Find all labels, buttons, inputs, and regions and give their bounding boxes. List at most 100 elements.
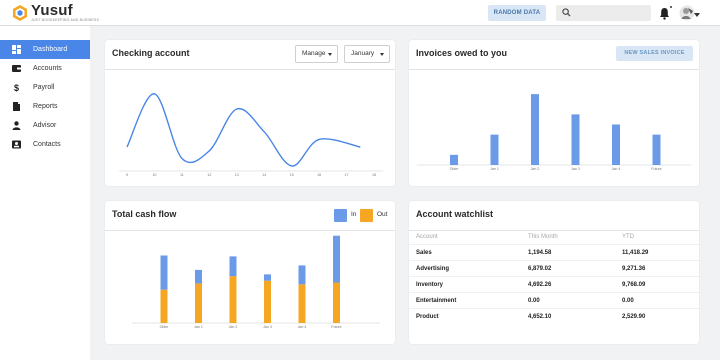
- table-row-divider: [409, 244, 699, 245]
- sidebar-item-advisor[interactable]: Advisor: [0, 116, 90, 135]
- legend-out-label: Out: [377, 211, 388, 218]
- watchlist-this-month: 4,692.26: [528, 282, 552, 288]
- cash-in-bar: [264, 274, 271, 281]
- sidebar-item-label: Advisor: [33, 122, 57, 129]
- watchlist-header-account: Account: [416, 234, 438, 240]
- watchlist-account: Sales: [416, 250, 432, 256]
- top-bar: Yusuf JUST BOOKKEEPING AND BUSINESS RAND…: [0, 0, 720, 26]
- x-tick-label: 14: [262, 173, 266, 177]
- search-input[interactable]: [574, 7, 646, 19]
- x-tick-label: Jan 3: [263, 325, 272, 329]
- account-watchlist-title: Account watchlist: [416, 209, 494, 219]
- brand-logo[interactable]: Yusuf JUST BOOKKEEPING AND BUSINESS: [11, 2, 99, 23]
- checking-account-title: Checking account: [112, 48, 190, 58]
- table-row-divider: [409, 276, 699, 277]
- x-tick-label: Older: [160, 325, 170, 329]
- x-tick-label: 13: [235, 173, 239, 177]
- watchlist-this-month: 0.00: [528, 298, 540, 304]
- legend-in-label: In: [351, 211, 357, 218]
- x-tick-label: Future: [331, 325, 341, 329]
- cash-in-bar: [195, 269, 202, 284]
- x-tick-label: 9: [126, 173, 128, 177]
- invoice-bar: [531, 94, 539, 165]
- month-dropdown[interactable]: January: [344, 45, 390, 63]
- watchlist-this-month: 6,879.02: [528, 266, 552, 272]
- svg-text:$: $: [14, 83, 19, 92]
- watchlist-ytd: 9,271.36: [622, 266, 646, 272]
- chevron-down-icon: [380, 53, 384, 56]
- x-tick-label: Jan 1: [490, 167, 499, 171]
- x-tick-label: 11: [180, 173, 184, 177]
- invoice-bar: [612, 124, 620, 165]
- legend-out-swatch[interactable]: [360, 209, 373, 222]
- x-tick-label: 10: [152, 173, 156, 177]
- cash-in-bar: [333, 235, 340, 283]
- watchlist-header-this-month: This Month: [528, 234, 558, 240]
- sidebar-item-accounts[interactable]: Accounts: [0, 59, 90, 78]
- invoices-card: Invoices owed to you NEW SALES INVOICE O…: [409, 40, 699, 186]
- sidebar-item-reports[interactable]: Reports: [0, 97, 90, 116]
- x-tick-label: Jan 2: [229, 325, 238, 329]
- invoice-bar: [450, 154, 458, 165]
- logo-mark-icon: [13, 5, 27, 21]
- random-data-button[interactable]: RANDOM DATA: [488, 5, 546, 21]
- watchlist-account: Product: [416, 314, 439, 320]
- avatar[interactable]: [679, 5, 695, 21]
- x-tick-label: 12: [207, 173, 211, 177]
- sidebar-item-dashboard[interactable]: Dashboard: [0, 40, 90, 59]
- contact-card-icon: [12, 140, 21, 149]
- sidebar-item-contacts[interactable]: Contacts: [0, 135, 90, 154]
- cash-out-bar: [264, 280, 271, 323]
- sidebar-item-label: Dashboard: [33, 46, 68, 53]
- table-row-divider: [409, 260, 699, 261]
- checking-line-chart: 9 10 11 12 13 14 15 16 17 18: [119, 93, 383, 177]
- x-tick-label: Future: [651, 167, 661, 171]
- checking-account-card: Checking account Manage January 9 10 11 12 1…: [105, 40, 395, 186]
- brand-tagline: JUST BOOKKEEPING AND BUSINESS: [31, 18, 99, 22]
- x-tick-label: 16: [317, 173, 321, 177]
- dashboard-icon: [12, 45, 21, 54]
- cash-flow-card: Total cash flow In Out Older Jan 1 Jan 2 Ja…: [105, 201, 395, 344]
- document-icon: [13, 102, 20, 111]
- table-row-divider: [409, 292, 699, 293]
- manage-dropdown[interactable]: Manage: [295, 45, 338, 63]
- sidebar-item-label: Accounts: [33, 65, 62, 72]
- chevron-down-icon: [328, 53, 332, 56]
- watchlist-account: Inventory: [416, 282, 444, 288]
- notification-dot-icon: [670, 6, 672, 8]
- x-tick-label: Jan 1: [194, 325, 203, 329]
- watchlist-this-month: 4,652.10: [528, 314, 552, 320]
- cash-flow-title: Total cash flow: [112, 209, 177, 219]
- watchlist-header-ytd: YTD: [622, 234, 634, 240]
- checking-balance-line: [126, 93, 361, 167]
- invoice-bar: [652, 134, 661, 165]
- search-box[interactable]: [556, 5, 651, 21]
- brand-name: Yusuf: [31, 2, 73, 19]
- sidebar: Dashboard Accounts $ Payroll Reports Adv…: [0, 26, 90, 360]
- invoices-title: Invoices owed to you: [416, 48, 508, 58]
- watchlist-ytd: 9,768.09: [622, 282, 646, 288]
- cash-in-bar: [229, 256, 237, 277]
- person-icon: [12, 121, 21, 130]
- watchlist-ytd: 11,418.29: [622, 250, 649, 256]
- new-sales-invoice-button[interactable]: NEW SALES INVOICE: [616, 46, 693, 61]
- sidebar-item-label: Payroll: [33, 84, 55, 91]
- wallet-icon: [12, 65, 21, 72]
- bell-icon[interactable]: [659, 7, 670, 20]
- sidebar-item-payroll[interactable]: $ Payroll: [0, 78, 90, 97]
- legend-in-swatch[interactable]: [334, 209, 347, 222]
- cash-out-bar: [333, 282, 340, 323]
- x-tick-label: Jan 2: [531, 167, 540, 171]
- x-tick-label: Jan 4: [298, 325, 307, 329]
- chevron-down-icon[interactable]: [694, 13, 700, 17]
- cash-in-bar: [160, 255, 168, 290]
- watchlist-ytd: 2,529.90: [622, 314, 646, 320]
- watchlist-this-month: 1,194.58: [528, 250, 552, 256]
- x-tick-label: 15: [290, 173, 294, 177]
- invoice-bar: [490, 134, 499, 165]
- account-watchlist-card: Account watchlist Account This Month YTD…: [409, 201, 699, 344]
- watchlist-ytd: 0.00: [622, 298, 634, 304]
- x-tick-label: 17: [345, 173, 349, 177]
- cash-out-bar: [160, 289, 168, 323]
- x-tick-label: Jan 4: [612, 167, 621, 171]
